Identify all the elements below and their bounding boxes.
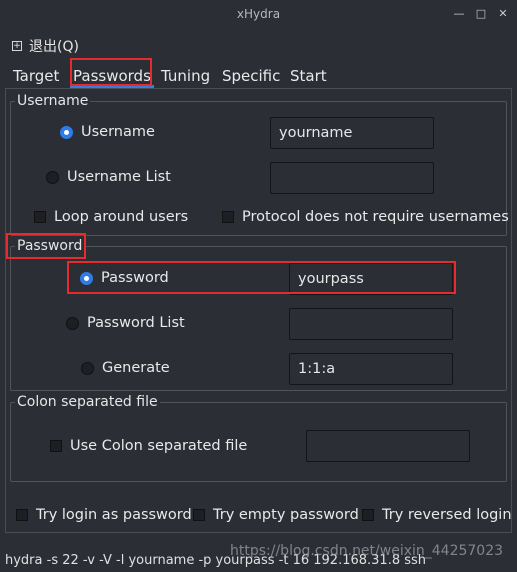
- empty-password-label: Try empty password: [213, 507, 359, 523]
- colon-file-input[interactable]: [306, 430, 470, 462]
- title-bar: xHydra — □ ✕: [0, 0, 517, 30]
- no-usernames-checkbox[interactable]: [222, 211, 234, 223]
- maximize-icon[interactable]: □: [474, 6, 488, 22]
- login-as-password-checkbox[interactable]: [16, 509, 28, 521]
- password-list-label: Password List: [87, 315, 185, 331]
- username-list-radio-row[interactable]: Username List: [46, 169, 171, 185]
- username-list-radio[interactable]: [46, 170, 59, 184]
- loop-around-users-checkbox[interactable]: [34, 211, 46, 223]
- colon-file-group-title: Colon separated file: [15, 394, 160, 410]
- login-as-password-row[interactable]: Try login as password: [16, 507, 192, 523]
- highlight-box-password-row: [67, 261, 456, 294]
- reversed-login-label: Try reversed login: [382, 507, 512, 523]
- use-colon-row[interactable]: Use Colon separated file: [50, 438, 247, 454]
- empty-password-row[interactable]: Try empty password: [193, 507, 359, 523]
- use-colon-checkbox[interactable]: [50, 440, 62, 452]
- username-group-title: Username: [15, 93, 91, 109]
- highlight-box-password-title: [6, 233, 86, 259]
- tab-tuning[interactable]: Tuning: [161, 67, 210, 85]
- reversed-login-checkbox[interactable]: [362, 509, 374, 521]
- username-radio[interactable]: [60, 125, 73, 139]
- username-input[interactable]: [270, 117, 434, 149]
- quit-menu-item[interactable]: + 退出(Q): [12, 36, 79, 56]
- close-icon[interactable]: ✕: [496, 6, 510, 22]
- no-usernames-label: Protocol does not require usernames: [242, 209, 509, 225]
- no-usernames-row[interactable]: Protocol does not require usernames: [222, 209, 509, 225]
- username-radio-label: Username: [81, 124, 155, 140]
- loop-around-users-row[interactable]: Loop around users: [34, 209, 188, 225]
- generate-input[interactable]: [289, 353, 453, 385]
- username-radio-row[interactable]: Username: [60, 124, 155, 140]
- quit-icon: +: [12, 41, 22, 51]
- tab-target[interactable]: Target: [13, 67, 59, 85]
- reversed-login-row[interactable]: Try reversed login: [362, 507, 512, 523]
- password-list-radio-row[interactable]: Password List: [66, 315, 185, 331]
- generate-label: Generate: [102, 360, 170, 376]
- password-list-input[interactable]: [289, 308, 453, 340]
- watermark: https://blog.csdn.net/weixin_44257023: [230, 543, 504, 559]
- empty-password-checkbox[interactable]: [193, 509, 205, 521]
- username-list-input[interactable]: [270, 162, 434, 194]
- quit-label: 退出(Q): [29, 39, 79, 55]
- loop-around-users-label: Loop around users: [54, 209, 189, 225]
- generate-radio-row[interactable]: Generate: [81, 360, 170, 376]
- tab-specific[interactable]: Specific: [222, 67, 280, 85]
- username-list-label: Username List: [67, 169, 171, 185]
- tab-start[interactable]: Start: [290, 67, 327, 85]
- menu-bar: + 退出(Q): [0, 32, 517, 58]
- use-colon-label: Use Colon separated file: [70, 438, 248, 454]
- highlight-box-tab: [70, 58, 152, 86]
- generate-radio[interactable]: [81, 361, 94, 375]
- window-title: xHydra: [236, 7, 281, 21]
- minimize-icon[interactable]: —: [452, 6, 466, 22]
- password-list-radio[interactable]: [66, 316, 79, 330]
- login-as-password-label: Try login as password: [36, 507, 192, 523]
